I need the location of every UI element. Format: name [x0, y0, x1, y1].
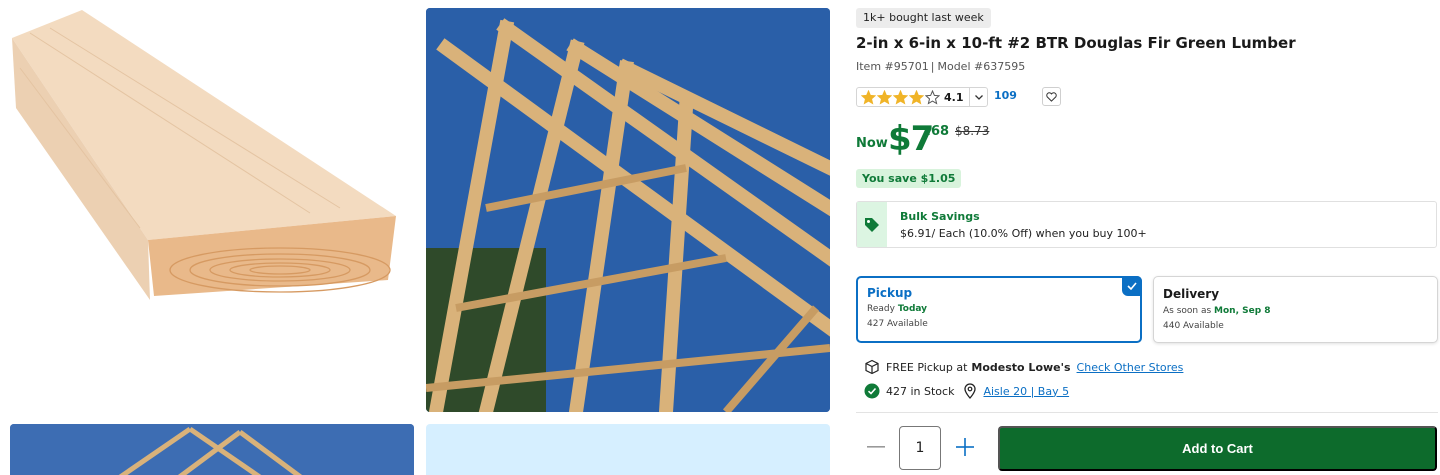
bulk-savings-panel: Bulk Savings $6.91/ Each (10.0% Off) whe…: [856, 201, 1437, 248]
check-circle-icon: [864, 383, 880, 399]
product-image-thumbnail[interactable]: [426, 424, 830, 475]
delivery-eta: As soon as Mon, Sep 8: [1163, 306, 1271, 316]
rating-stars: [861, 89, 940, 105]
you-save-badge: You save $1.05: [856, 169, 962, 188]
star-icon: [909, 89, 924, 105]
in-stock-text: 427 in Stock: [886, 384, 955, 398]
delivery-option[interactable]: Delivery As soon as Mon, Sep 8 440 Avail…: [1153, 276, 1438, 343]
price-tag-icon: [857, 202, 887, 247]
item-number: Item #95701: [856, 60, 929, 73]
map-pin-icon: [964, 383, 977, 399]
star-icon: [861, 89, 876, 105]
store-name: Modesto Lowe's: [971, 360, 1071, 374]
delivery-available: 440 Available: [1163, 321, 1224, 331]
chevron-down-icon[interactable]: [969, 88, 987, 106]
pickup-ready: Ready Today: [867, 304, 928, 314]
divider: [856, 412, 1438, 413]
add-to-cart-button[interactable]: Add to Cart: [998, 426, 1437, 471]
aisle-location-link[interactable]: Aisle 20 | Bay 5: [983, 385, 1069, 398]
star-icon: [893, 89, 908, 105]
bought-badge: 1k+ bought last week: [856, 8, 991, 28]
quantity-increase-button[interactable]: [955, 437, 975, 457]
quantity-decrease-button[interactable]: [866, 437, 886, 457]
star-icon: [925, 89, 940, 105]
favorite-button[interactable]: [1042, 87, 1061, 106]
bulk-savings-title: Bulk Savings: [900, 210, 980, 223]
model-number: Model #637595: [937, 60, 1026, 73]
pickup-prefix: FREE Pickup at: [886, 360, 968, 374]
check-other-stores-link[interactable]: Check Other Stores: [1077, 361, 1184, 374]
stock-row: 427 in Stock Aisle 20 | Bay 5: [864, 383, 1069, 399]
plus-icon: [956, 438, 974, 456]
item-model-numbers: Item #95701 | Model #637595: [856, 60, 1026, 73]
pickup-available: 427 Available: [867, 319, 928, 329]
price-now-label: Now: [856, 136, 888, 151]
product-image-truss[interactable]: [426, 8, 830, 412]
rating-value: 4.1: [944, 90, 964, 104]
product-image-lumber[interactable]: [10, 8, 414, 412]
price-cents: .68: [926, 124, 950, 139]
pickup-title: Pickup: [867, 286, 913, 300]
store-pickup-row: FREE Pickup at Modesto Lowe's Check Othe…: [864, 359, 1183, 375]
package-icon: [865, 359, 879, 375]
price-was: $8.73: [955, 124, 990, 138]
product-image-thumbnail[interactable]: [10, 424, 414, 475]
minus-icon: [867, 446, 885, 448]
quantity-input[interactable]: 1: [899, 426, 941, 470]
checkmark-icon: [1122, 276, 1142, 296]
rating-widget[interactable]: 4.1: [856, 87, 988, 107]
pickup-option[interactable]: Pickup Ready Today 427 Available: [856, 276, 1142, 343]
delivery-title: Delivery: [1163, 287, 1220, 301]
review-count-link[interactable]: 109: [994, 89, 1017, 102]
heart-icon: [1046, 91, 1057, 102]
bulk-savings-text: $6.91/ Each (10.0% Off) when you buy 100…: [900, 227, 1147, 240]
star-icon: [877, 89, 892, 105]
product-title: 2-in x 6-in x 10-ft #2 BTR Douglas Fir G…: [856, 34, 1296, 52]
